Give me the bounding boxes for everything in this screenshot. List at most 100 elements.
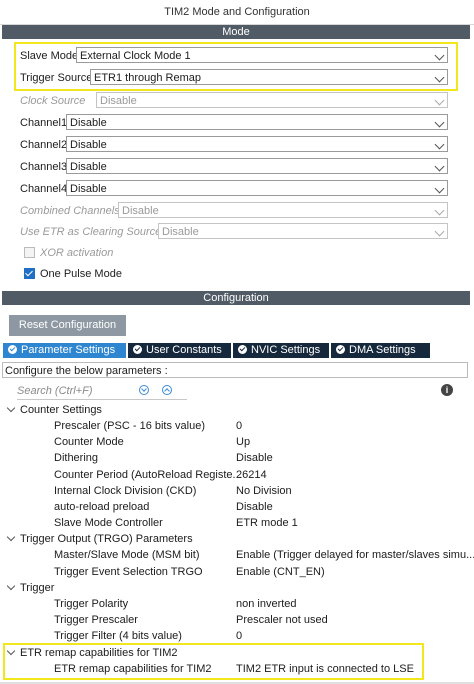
group-label: Trigger bbox=[20, 582, 55, 594]
param-value[interactable]: 0 bbox=[236, 628, 242, 644]
param-row[interactable]: Internal Clock Division (CKD) No Division bbox=[0, 483, 474, 499]
channel4-value: Disable bbox=[70, 183, 107, 195]
combined-channels-label: Combined Channels bbox=[20, 205, 120, 217]
chevron-down-icon bbox=[434, 95, 445, 106]
param-value[interactable]: Enable (CNT_EN) bbox=[236, 564, 325, 580]
clock-source-value: Disable bbox=[100, 95, 137, 107]
param-row[interactable]: Dithering Disable bbox=[0, 450, 474, 466]
configuration-section-header: Configuration bbox=[2, 291, 470, 305]
check-circle-icon bbox=[8, 345, 17, 354]
param-value[interactable]: 26214 bbox=[236, 467, 267, 483]
search-prev-icon[interactable] bbox=[162, 385, 172, 395]
one-pulse-checkbox[interactable] bbox=[24, 268, 35, 279]
clock-source-select[interactable]: Disable bbox=[96, 92, 448, 108]
highlight-box-mode bbox=[14, 42, 458, 91]
param-name: Trigger Prescaler bbox=[54, 614, 138, 626]
check-circle-icon bbox=[133, 345, 142, 354]
xor-activation-row: XOR activation bbox=[20, 244, 220, 262]
one-pulse-row: One Pulse Mode bbox=[20, 265, 220, 283]
chevron-down-icon bbox=[434, 183, 445, 194]
param-value[interactable]: 0 bbox=[236, 418, 242, 434]
info-icon[interactable]: i bbox=[441, 384, 453, 396]
xor-activation-label: XOR activation bbox=[40, 247, 114, 259]
param-value[interactable]: Disable bbox=[236, 499, 273, 515]
tab-parameter-settings[interactable]: Parameter Settings bbox=[3, 343, 126, 358]
param-row[interactable]: Prescaler (PSC - 16 bits value) 0 bbox=[0, 418, 474, 434]
channel2-label: Channel2 bbox=[20, 139, 68, 151]
param-value[interactable]: Up bbox=[236, 434, 250, 450]
chevron-down-icon bbox=[434, 205, 445, 216]
param-value[interactable]: No Division bbox=[236, 483, 292, 499]
param-name: Counter Period (AutoReload Registe... bbox=[54, 469, 242, 481]
param-row[interactable]: Counter Period (AutoReload Registe... 262… bbox=[0, 467, 474, 483]
etr-clearing-label: Use ETR as Clearing Source bbox=[20, 226, 162, 238]
param-value[interactable]: Enable (Trigger delayed for master/slave… bbox=[236, 547, 474, 563]
param-name: Slave Mode Controller bbox=[54, 517, 163, 529]
tab-dma-settings[interactable]: DMA Settings bbox=[331, 343, 430, 358]
chevron-down-icon bbox=[434, 117, 445, 128]
channel2-select[interactable]: Disable bbox=[66, 136, 448, 152]
tab-label: Parameter Settings bbox=[21, 344, 116, 356]
channel2-row: Channel2 Disable bbox=[20, 136, 450, 154]
param-name: Trigger Polarity bbox=[54, 598, 129, 610]
search-next-icon[interactable] bbox=[139, 385, 149, 395]
combined-channels-row: Combined Channels Disable bbox=[20, 202, 450, 220]
param-row[interactable]: Trigger Event Selection TRGO Enable (CNT_… bbox=[0, 564, 474, 580]
channel1-select[interactable]: Disable bbox=[66, 114, 448, 130]
chevron-down-icon bbox=[6, 403, 16, 413]
chevron-down-icon bbox=[434, 161, 445, 172]
clock-source-row: Clock Source Disable bbox=[20, 92, 450, 110]
tab-label: DMA Settings bbox=[349, 344, 416, 356]
param-row[interactable]: auto-reload preload Disable bbox=[0, 499, 474, 515]
param-row[interactable]: Trigger Polarity non inverted bbox=[0, 596, 474, 612]
tab-label: User Constants bbox=[146, 344, 222, 356]
param-name: Counter Mode bbox=[54, 436, 124, 448]
param-row[interactable]: Trigger Filter (4 bits value) 0 bbox=[0, 628, 474, 644]
one-pulse-label: One Pulse Mode bbox=[40, 268, 122, 280]
channel4-label: Channel4 bbox=[20, 183, 68, 195]
check-circle-icon bbox=[336, 345, 345, 354]
mode-section-header: Mode bbox=[2, 25, 470, 39]
combined-channels-value: Disable bbox=[122, 205, 159, 217]
param-row[interactable]: Counter Mode Up bbox=[0, 434, 474, 450]
channel3-value: Disable bbox=[70, 161, 107, 173]
channel3-row: Channel3 Disable bbox=[20, 158, 450, 176]
tab-nvic-settings[interactable]: NVIC Settings bbox=[233, 343, 329, 358]
param-name: Trigger Event Selection TRGO bbox=[54, 566, 203, 578]
chevron-down-icon bbox=[6, 581, 16, 591]
chevron-down-icon bbox=[6, 532, 16, 542]
tab-label: NVIC Settings bbox=[251, 344, 321, 356]
channel4-row: Channel4 Disable bbox=[20, 180, 450, 198]
chevron-down-icon bbox=[434, 139, 445, 150]
param-value[interactable]: non inverted bbox=[236, 596, 297, 612]
param-name: Internal Clock Division (CKD) bbox=[54, 485, 197, 497]
param-value[interactable]: Prescaler not used bbox=[236, 612, 328, 628]
param-row[interactable]: Slave Mode Controller ETR mode 1 bbox=[0, 515, 474, 531]
xor-activation-checkbox[interactable] bbox=[24, 247, 35, 258]
param-name: Prescaler (PSC - 16 bits value) bbox=[54, 420, 205, 432]
group-trigger-output[interactable]: Trigger Output (TRGO) Parameters bbox=[6, 531, 193, 547]
etr-clearing-select[interactable]: Disable bbox=[158, 223, 448, 239]
tab-user-constants[interactable]: User Constants bbox=[128, 343, 231, 358]
reset-configuration-button[interactable]: Reset Configuration bbox=[9, 315, 126, 336]
param-name: auto-reload preload bbox=[54, 501, 150, 513]
clock-source-label: Clock Source bbox=[20, 95, 86, 107]
channel2-value: Disable bbox=[70, 139, 107, 151]
group-trigger[interactable]: Trigger bbox=[6, 580, 55, 596]
group-counter-settings[interactable]: Counter Settings bbox=[6, 402, 102, 418]
instruction-text: Configure the below parameters : bbox=[2, 362, 468, 378]
param-name: Master/Slave Mode (MSM bit) bbox=[54, 549, 200, 561]
group-label: Counter Settings bbox=[20, 404, 102, 416]
check-circle-icon bbox=[238, 345, 247, 354]
channel4-select[interactable]: Disable bbox=[66, 180, 448, 196]
chevron-down-icon bbox=[434, 226, 445, 237]
param-value[interactable]: ETR mode 1 bbox=[236, 515, 298, 531]
param-row[interactable]: Trigger Prescaler Prescaler not used bbox=[0, 612, 474, 628]
etr-clearing-row: Use ETR as Clearing Source Disable bbox=[20, 223, 450, 241]
group-label: Trigger Output (TRGO) Parameters bbox=[20, 533, 193, 545]
param-value[interactable]: Disable bbox=[236, 450, 273, 466]
combined-channels-select[interactable]: Disable bbox=[118, 202, 448, 218]
param-name: Trigger Filter (4 bits value) bbox=[54, 630, 182, 642]
param-row[interactable]: Master/Slave Mode (MSM bit) Enable (Trigg… bbox=[0, 547, 474, 563]
channel3-select[interactable]: Disable bbox=[66, 158, 448, 174]
